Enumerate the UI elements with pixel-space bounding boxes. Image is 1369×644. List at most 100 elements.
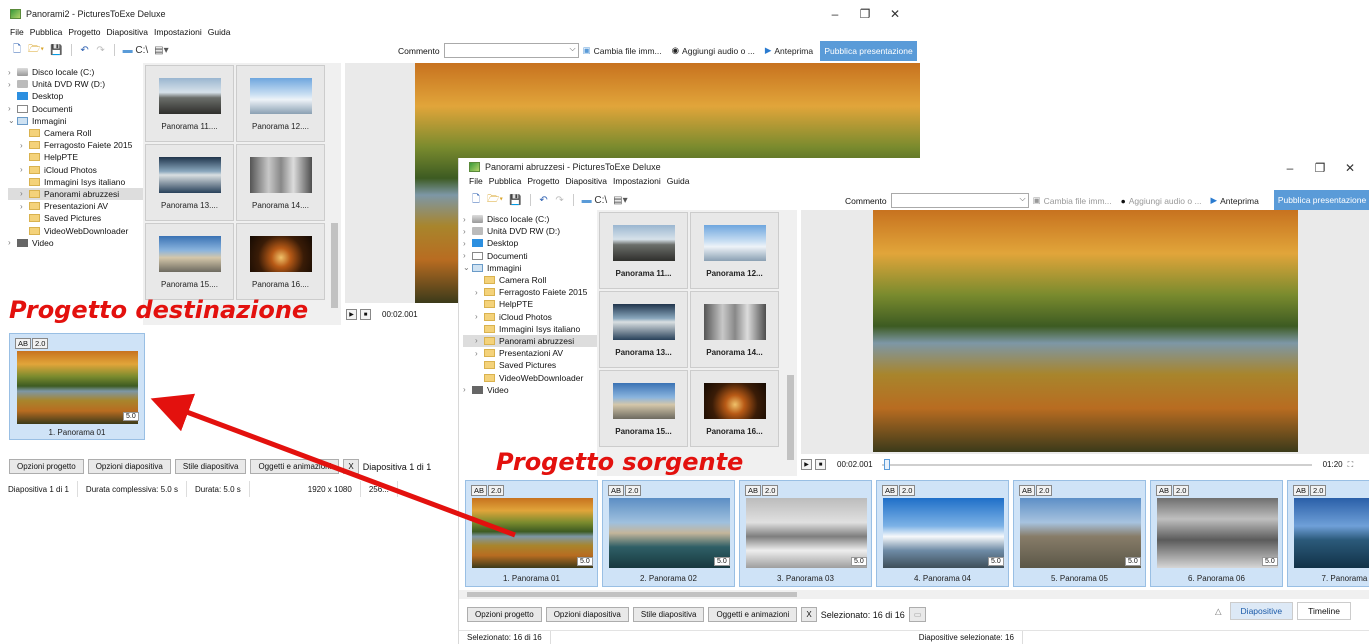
thumb-panorama-15[interactable]: Panorama 15....: [145, 223, 234, 300]
slide-options-button[interactable]: Opzioni diapositiva: [87, 459, 171, 474]
slide-style-button[interactable]: Stile diapositiva: [174, 459, 247, 474]
tree-item-icloud[interactable]: › iCloud Photos: [8, 164, 143, 176]
project-options-button[interactable]: Opzioni progetto: [9, 459, 84, 474]
tree-item-ferragosto[interactable]: › Ferragosto Faiete 2015: [8, 139, 143, 151]
slide-style-button[interactable]: Stile diapositiva: [632, 607, 705, 622]
menu-progetto[interactable]: Progetto: [68, 27, 100, 39]
menu-file[interactable]: File: [469, 176, 483, 188]
project-options-button[interactable]: Opzioni progetto: [467, 607, 542, 622]
preview-button[interactable]: ▶ Anteprima: [765, 45, 813, 56]
add-audio-button[interactable]: ● Aggiungi audio o ...: [1121, 196, 1202, 206]
slide-item[interactable]: AB 2.0 5.0 2. Panorama 02: [602, 480, 735, 587]
slide-options-button[interactable]: Opzioni diapositiva: [545, 607, 629, 622]
maximize-icon[interactable]: ❐: [1305, 158, 1335, 178]
slide-item[interactable]: AB 2.0 5.0 6. Panorama 06: [1150, 480, 1283, 587]
thumbs-scrollbar[interactable]: [329, 63, 340, 325]
tree-item-desktop[interactable]: Desktop: [8, 90, 143, 102]
tree-item-documenti[interactable]: › Documenti: [8, 103, 143, 115]
drive-shortcut[interactable]: ▬ C:\: [580, 193, 610, 207]
thumb-panorama-14[interactable]: Panorama 14...: [690, 291, 779, 368]
tree-item-immagini[interactable]: ⌄ Immagini: [8, 115, 143, 127]
thumb-panorama-12[interactable]: Panorama 12....: [236, 65, 325, 142]
objects-animations-button[interactable]: Oggetti e animazioni: [250, 459, 340, 474]
delete-button[interactable]: X: [801, 607, 817, 622]
menu-diapositiva[interactable]: Diapositiva: [565, 176, 607, 188]
stop-icon[interactable]: ■: [815, 459, 826, 470]
comment-input[interactable]: ⌵: [443, 43, 579, 58]
thumb-panorama-15[interactable]: Panorama 15...: [599, 370, 688, 447]
slides-scrollbar[interactable]: [459, 590, 1369, 599]
view-mode-icon[interactable]: ▤▾: [611, 193, 629, 207]
tab-timeline[interactable]: Timeline: [1297, 602, 1351, 620]
comment-input[interactable]: ⌵: [890, 193, 1029, 208]
menu-impostazioni[interactable]: Impostazioni: [154, 27, 202, 39]
tree-item-videowebdownloader[interactable]: VideoWebDownloader: [463, 371, 598, 383]
drive-shortcut[interactable]: ▬ C:\: [121, 43, 151, 57]
thumb-panorama-11[interactable]: Panorama 11...: [599, 212, 688, 289]
redo-icon[interactable]: ↷: [553, 193, 567, 207]
slide-item[interactable]: AB 2.0 5.0 4. Panorama 04: [876, 480, 1009, 587]
thumb-panorama-14[interactable]: Panorama 14....: [236, 144, 325, 221]
tree-item-helppte[interactable]: HelpPTE: [8, 151, 143, 163]
slide-item[interactable]: AB 2.0 5.0 3. Panorama 03: [739, 480, 872, 587]
thumb-panorama-11[interactable]: Panorama 11....: [145, 65, 234, 142]
tree-item-desktop[interactable]: › Desktop: [463, 237, 598, 249]
open-folder-icon[interactable]: 🗁▾: [485, 193, 505, 207]
fullscreen-icon[interactable]: ⛶: [1348, 460, 1354, 470]
tree-item-panorami-abruzzesi[interactable]: › Panorami abruzzesi: [8, 187, 143, 201]
slider-handle[interactable]: [883, 458, 890, 470]
slide-item[interactable]: AB 2.0 5.0 1. Panorama 01: [465, 480, 598, 587]
timeline-slider[interactable]: [881, 458, 1312, 470]
delete-button[interactable]: X: [343, 459, 359, 474]
view-mode-icon[interactable]: ▤▾: [152, 43, 170, 57]
thumbs-scrollbar[interactable]: [785, 210, 796, 476]
tree-item-immagini[interactable]: ⌄ Immagini: [463, 262, 598, 274]
tree-item-icloud[interactable]: › iCloud Photos: [463, 311, 598, 323]
thumb-panorama-13[interactable]: Panorama 13...: [599, 291, 688, 368]
open-folder-icon[interactable]: 🗁▾: [26, 43, 46, 57]
publish-button[interactable]: Pubblica presentazione: [1274, 190, 1369, 210]
menu-guida[interactable]: Guida: [208, 27, 231, 39]
save-icon[interactable]: 💾: [507, 193, 523, 207]
chevron-down-icon[interactable]: ⌵: [1020, 194, 1026, 204]
objects-animations-button[interactable]: Oggetti e animazioni: [708, 607, 798, 622]
publish-button[interactable]: Pubblica presentazione: [820, 41, 917, 61]
tree-item-panorami-abruzzesi[interactable]: › Panorami abruzzesi: [463, 334, 598, 348]
undo-icon[interactable]: ↶: [537, 193, 551, 207]
stop-icon[interactable]: ■: [360, 309, 371, 320]
tree-item-saved[interactable]: Saved Pictures: [463, 359, 598, 371]
close-icon[interactable]: ✕: [1335, 158, 1365, 178]
save-icon[interactable]: 💾: [48, 43, 64, 57]
undo-icon[interactable]: ↶: [78, 43, 92, 57]
tree-item-helppte[interactable]: HelpPTE: [463, 298, 598, 310]
window-toggle-icon[interactable]: ▭: [908, 607, 927, 622]
slide-item[interactable]: AB 2.0 7. Panorama 0: [1287, 480, 1369, 587]
change-file-button[interactable]: ▣ Cambia file imm...: [1033, 195, 1112, 206]
minimize-icon[interactable]: –: [820, 0, 850, 28]
tree-item-video[interactable]: › Video: [463, 384, 598, 396]
tree-item-ferragosto[interactable]: › Ferragosto Faiete 2015: [463, 286, 598, 298]
chevron-down-icon[interactable]: ⌵: [570, 44, 576, 54]
menu-diapositiva[interactable]: Diapositiva: [106, 27, 148, 39]
menu-file[interactable]: File: [10, 27, 24, 39]
new-icon[interactable]: 🗋: [469, 193, 483, 207]
minimize-icon[interactable]: –: [1275, 158, 1305, 178]
tree-item-dvd[interactable]: › Unità DVD RW (D:): [8, 78, 143, 90]
menu-pubblica[interactable]: Pubblica: [489, 176, 522, 188]
thumb-panorama-16[interactable]: Panorama 16...: [690, 370, 779, 447]
thumb-panorama-13[interactable]: Panorama 13....: [145, 144, 234, 221]
tree-item-camera-roll[interactable]: Camera Roll: [463, 274, 598, 286]
collapse-icon[interactable]: △: [1211, 603, 1226, 620]
menu-progetto[interactable]: Progetto: [527, 176, 559, 188]
play-icon[interactable]: ▶: [801, 459, 812, 470]
tree-item-disco-locale[interactable]: › Disco locale (C:): [8, 66, 143, 78]
slide-item[interactable]: AB 2.0 5.0 1. Panorama 01: [9, 333, 145, 440]
tree-item-videowebdownloader[interactable]: VideoWebDownloader: [8, 224, 143, 236]
thumb-panorama-12[interactable]: Panorama 12...: [690, 212, 779, 289]
preview-button[interactable]: ▶ Anteprima: [1211, 195, 1259, 206]
thumb-panorama-16[interactable]: Panorama 16....: [236, 223, 325, 300]
tree-item-disco-locale[interactable]: › Disco locale (C:): [463, 213, 598, 225]
new-icon[interactable]: 🗋: [10, 43, 24, 57]
tree-item-camera-roll[interactable]: Camera Roll: [8, 127, 143, 139]
play-icon[interactable]: ▶: [346, 309, 357, 320]
